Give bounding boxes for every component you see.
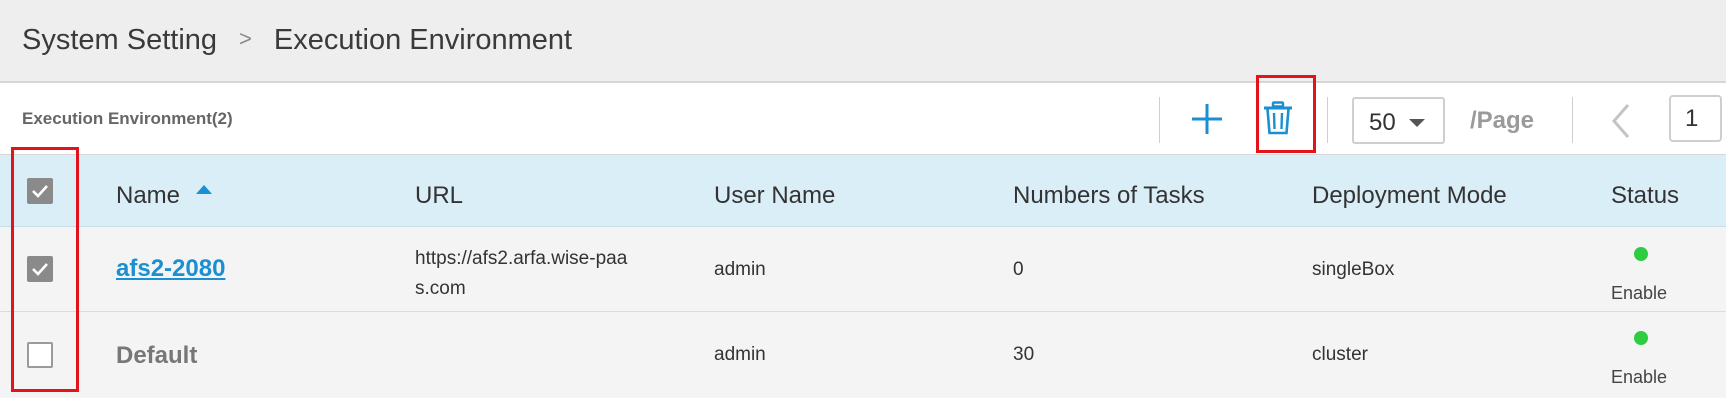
previous-page-button[interactable] bbox=[1604, 101, 1636, 141]
row-url-line: https://afs2.arfa.wise-paa bbox=[415, 248, 628, 269]
toolbar-divider bbox=[1327, 97, 1328, 143]
row-name-link[interactable]: afs2-2080 bbox=[116, 255, 225, 283]
sort-ascending-icon[interactable] bbox=[196, 185, 212, 194]
add-button[interactable] bbox=[1190, 102, 1224, 136]
trash-icon bbox=[1264, 101, 1292, 135]
chevron-left-icon bbox=[1612, 104, 1630, 138]
row-tasks: 30 bbox=[1013, 344, 1035, 365]
page-number-input[interactable]: 1 bbox=[1669, 95, 1722, 142]
record-count-label: Execution Environment(2) bbox=[22, 109, 233, 128]
table-header: Name URL User Name Numbers of Tasks Depl… bbox=[0, 155, 1726, 227]
column-header-tasks[interactable]: Numbers of Tasks bbox=[1013, 182, 1205, 210]
page-header: System Setting > Execution Environment bbox=[0, 0, 1726, 83]
check-icon bbox=[32, 185, 48, 198]
add-icon bbox=[1192, 104, 1222, 134]
per-page-label: /Page bbox=[1470, 107, 1535, 134]
check-icon bbox=[32, 263, 48, 276]
column-header-user-name[interactable]: User Name bbox=[714, 182, 835, 210]
breadcrumb-root[interactable]: System Setting bbox=[22, 24, 217, 56]
row-user-name: admin bbox=[714, 344, 766, 365]
toolbar-divider bbox=[1159, 97, 1160, 143]
caret-down-icon bbox=[1409, 119, 1425, 127]
delete-button[interactable] bbox=[1263, 101, 1293, 135]
toolbar: Execution Environment(2) 50 /Page 1 bbox=[0, 83, 1726, 155]
row-deployment-mode: cluster bbox=[1312, 344, 1368, 365]
select-all-checkbox[interactable] bbox=[27, 178, 53, 204]
breadcrumb-current: Execution Environment bbox=[273, 24, 573, 56]
row-checkbox[interactable] bbox=[27, 342, 53, 368]
row-checkbox[interactable] bbox=[27, 256, 53, 282]
row-url-line: s.com bbox=[415, 278, 466, 299]
row-url: https://afs2.arfa.wise-paa s.com bbox=[415, 244, 627, 304]
row-name[interactable]: Default bbox=[116, 342, 197, 370]
row-deployment-mode: singleBox bbox=[1312, 259, 1395, 280]
column-header-url[interactable]: URL bbox=[415, 182, 463, 210]
page-size-select[interactable]: 50 bbox=[1352, 97, 1445, 144]
breadcrumb-separator: > bbox=[239, 26, 252, 51]
row-status: Enable bbox=[1611, 367, 1668, 387]
page-size-value: 50 bbox=[1369, 109, 1396, 136]
column-header-name[interactable]: Name bbox=[116, 182, 180, 210]
column-header-status[interactable]: Status bbox=[1611, 182, 1679, 210]
table-row[interactable]: Default admin 30 cluster Enable bbox=[0, 312, 1726, 398]
table-row[interactable]: afs2-2080 https://afs2.arfa.wise-paa s.c… bbox=[0, 227, 1726, 312]
row-tasks: 0 bbox=[1013, 259, 1024, 280]
row-status: Enable bbox=[1611, 283, 1668, 303]
row-user-name: admin bbox=[714, 259, 766, 280]
status-indicator-icon bbox=[1634, 247, 1648, 261]
toolbar-divider bbox=[1572, 97, 1573, 143]
breadcrumb: System Setting > Execution Environment bbox=[22, 24, 572, 57]
column-header-deployment-mode[interactable]: Deployment Mode bbox=[1312, 182, 1507, 210]
status-indicator-icon bbox=[1634, 331, 1648, 345]
